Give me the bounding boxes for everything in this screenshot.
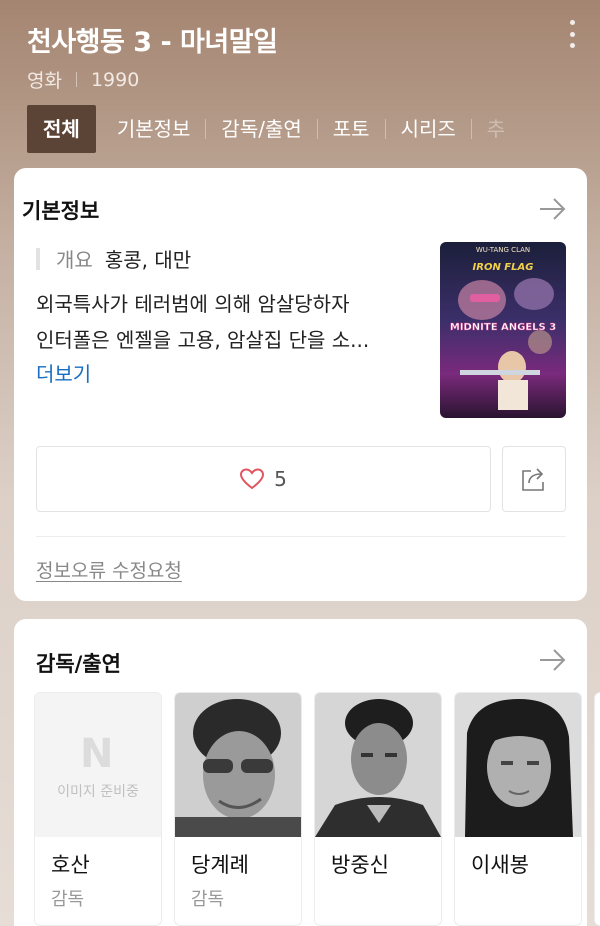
cast-photo-placeholder: N 이미지 준비중 bbox=[35, 693, 161, 837]
description-line: 인터폴은 엔젤을 고용, 암살집 단을 소... bbox=[36, 328, 370, 352]
page-title: 천사행동 3 - 마녀말일 bbox=[27, 27, 278, 58]
tab-series[interactable]: 시리즈 bbox=[386, 105, 471, 153]
more-link[interactable]: 더보기 bbox=[36, 356, 91, 392]
description: 외국특사가 테러범에 의해 암살당하자 인터폴은 엔젤을 고용, 암살집 단을 … bbox=[36, 286, 416, 358]
tab-basic-info[interactable]: 기본정보 bbox=[102, 105, 206, 153]
share-button[interactable] bbox=[502, 446, 566, 512]
share-icon bbox=[522, 468, 544, 491]
poster-top-text: WU-TANG CLAN bbox=[476, 246, 530, 254]
cast-title: 감독/출연 bbox=[36, 652, 121, 676]
basic-info-title: 기본정보 bbox=[22, 199, 100, 223]
header: 천사행동 3 - 마녀말일 영화 1990 전체 기본정보 감독/출연 포토 시… bbox=[0, 0, 600, 160]
placeholder-logo-icon: N bbox=[80, 731, 114, 777]
arrow-right-icon[interactable] bbox=[539, 648, 567, 672]
summary-bar bbox=[36, 247, 40, 270]
tab-photo[interactable]: 포토 bbox=[318, 105, 385, 153]
like-count: 5 bbox=[274, 467, 287, 491]
poster-image[interactable]: WU-TANG CLAN IRON FLAG MIDNITE ANGELS 3 bbox=[440, 242, 566, 418]
cast-role: 감독 bbox=[51, 889, 85, 910]
poster-logo-text: IRON FLAG bbox=[473, 262, 534, 273]
placeholder-text: 이미지 준비중 bbox=[57, 784, 139, 800]
tab-bar: 전체 기본정보 감독/출연 포토 시리즈 추 bbox=[27, 105, 600, 153]
cast-item[interactable]: N 이미지 준비중 호산 감독 bbox=[34, 692, 162, 926]
more-options-button[interactable] bbox=[562, 18, 582, 50]
cast-photo bbox=[455, 693, 581, 837]
genre-label: 영화 bbox=[27, 70, 62, 92]
summary-key: 개요 bbox=[56, 248, 93, 272]
cast-name: 호산 bbox=[51, 853, 90, 877]
tab-more[interactable]: 추 bbox=[472, 105, 520, 153]
cast-item-partial bbox=[594, 692, 600, 926]
year-label: 1990 bbox=[90, 68, 140, 91]
tab-cast[interactable]: 감독/출연 bbox=[206, 105, 316, 153]
more-dot bbox=[569, 43, 575, 48]
summary-value: 홍콩, 대만 bbox=[104, 248, 192, 272]
meta-separator bbox=[75, 72, 77, 87]
more-dot bbox=[569, 31, 575, 37]
summary-row: 개요 홍콩, 대만 bbox=[36, 244, 191, 273]
cast-name: 당계례 bbox=[191, 853, 249, 877]
more-dot bbox=[569, 20, 575, 25]
cast-item[interactable]: 방중신 bbox=[314, 692, 442, 926]
like-button[interactable]: 5 bbox=[36, 446, 491, 512]
cast-role: 감독 bbox=[191, 889, 225, 910]
cast-name: 방중신 bbox=[331, 853, 389, 877]
tab-all[interactable]: 전체 bbox=[27, 105, 96, 153]
arrow-right-icon[interactable] bbox=[539, 197, 567, 221]
meta-info: 영화 1990 bbox=[27, 66, 139, 93]
poster-title-text: MIDNITE ANGELS 3 bbox=[450, 322, 556, 333]
cast-photo bbox=[175, 693, 301, 837]
cast-item[interactable]: 당계례 감독 bbox=[174, 692, 302, 926]
cast-item[interactable]: 이새봉 bbox=[454, 692, 582, 926]
heart-icon bbox=[240, 468, 265, 490]
cast-photo bbox=[315, 693, 441, 837]
report-error-link[interactable]: 정보오류 수정요청 bbox=[36, 556, 182, 583]
divider bbox=[36, 536, 566, 537]
cast-name: 이새봉 bbox=[471, 853, 529, 877]
description-line: 외국특사가 테러범에 의해 암살당하자 bbox=[36, 292, 350, 316]
